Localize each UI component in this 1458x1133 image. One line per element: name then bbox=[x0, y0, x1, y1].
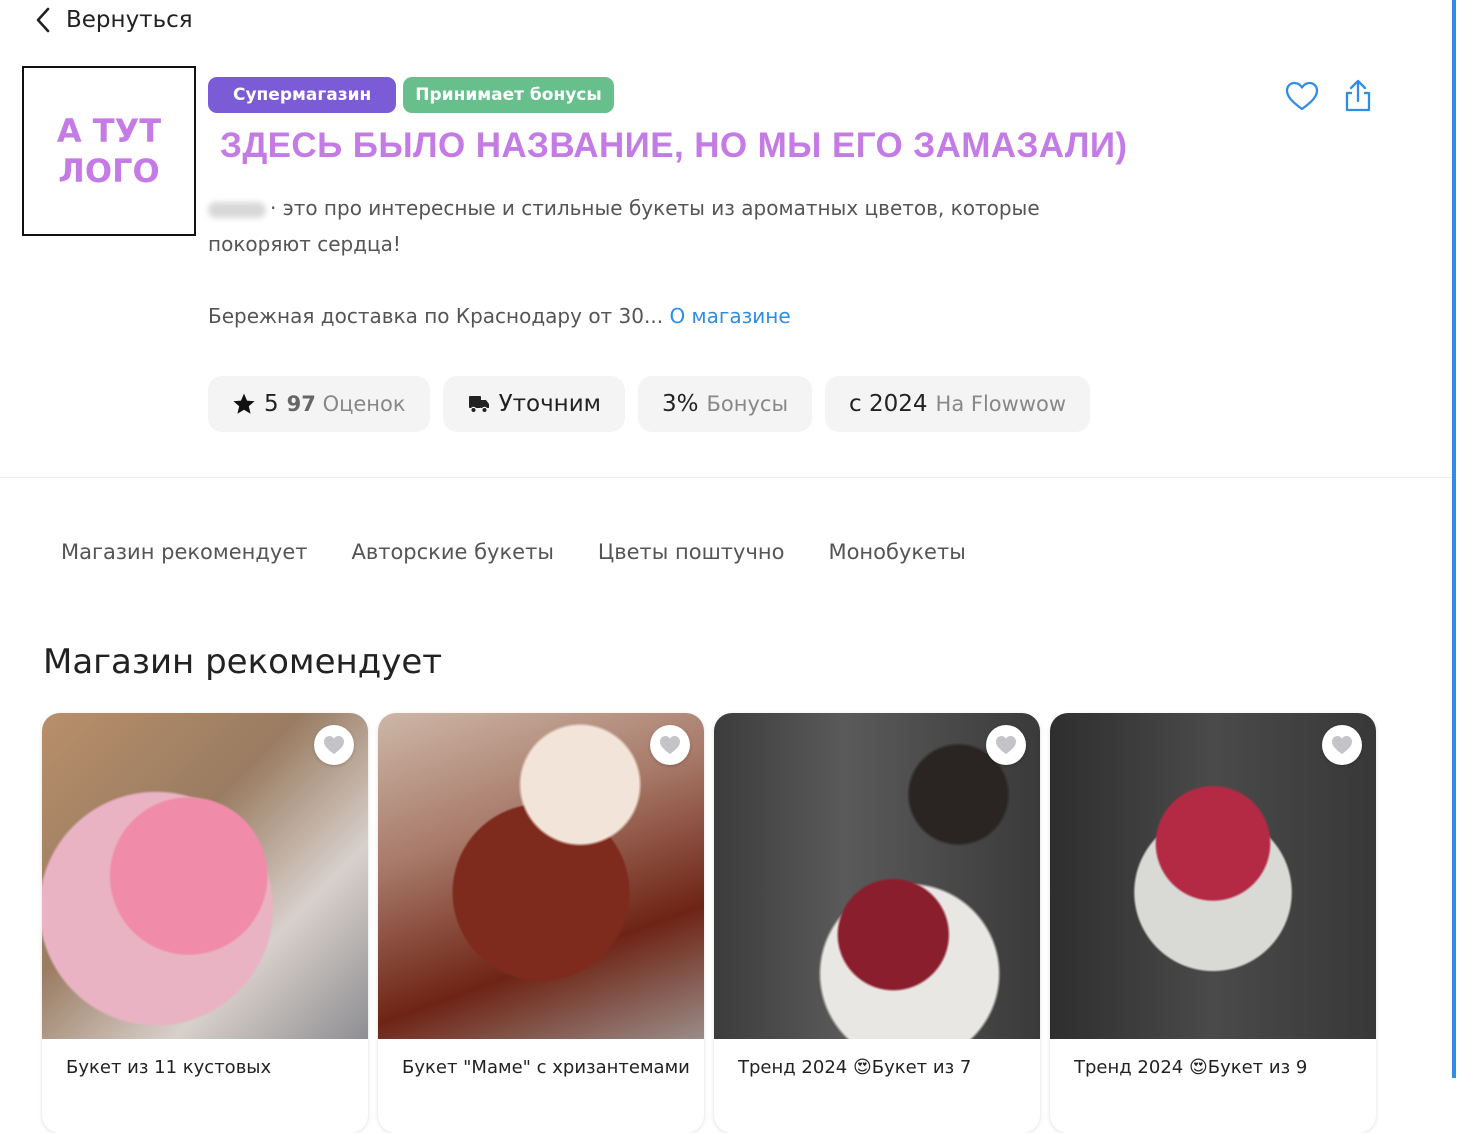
favorite-product-button[interactable] bbox=[986, 725, 1026, 765]
heart-icon bbox=[660, 736, 680, 754]
back-label: Вернуться bbox=[66, 7, 193, 33]
product-title: Тренд 2024 😍Букет из 7 bbox=[738, 1057, 972, 1078]
rating-label: Оценок bbox=[322, 392, 406, 416]
since-value: с 2024 bbox=[849, 391, 928, 417]
since-stat[interactable]: с 2024 На Flowwow bbox=[825, 376, 1091, 432]
back-button[interactable]: Вернуться bbox=[36, 0, 193, 40]
share-icon bbox=[1345, 79, 1371, 112]
delivery-value: Уточним bbox=[498, 391, 601, 417]
favorite-product-button[interactable] bbox=[1322, 725, 1362, 765]
chevron-left-icon bbox=[36, 7, 50, 33]
product-photo bbox=[378, 713, 704, 1039]
product-title: Букет "Маме" с хризантемами bbox=[402, 1057, 690, 1078]
heart-icon bbox=[1332, 736, 1352, 754]
store-description-text: · это про интересные и стильные букеты и… bbox=[208, 196, 1040, 256]
product-photo bbox=[42, 713, 368, 1039]
store-badges: Супермагазин Принимает бонусы bbox=[208, 77, 614, 113]
product-title: Букет из 11 кустовых bbox=[66, 1057, 272, 1078]
store-delivery-info: Бережная доставка по Краснодару от 30...… bbox=[208, 298, 791, 334]
tab-author-bouquets[interactable]: Авторские букеты bbox=[351, 540, 553, 564]
store-logo: А ТУТ ЛОГО bbox=[22, 66, 196, 236]
product-photo bbox=[1050, 713, 1376, 1039]
store-title: ЗДЕСЬ БЫЛО НАЗВАНИЕ, НО МЫ ЕГО ЗАМАЗАЛИ) bbox=[220, 126, 1128, 165]
favorite-product-button[interactable] bbox=[650, 725, 690, 765]
supermarket-badge: Супермагазин bbox=[208, 77, 397, 113]
bonus-value: 3% bbox=[662, 391, 699, 417]
store-actions bbox=[1284, 76, 1376, 116]
bonus-label: Бонусы bbox=[706, 392, 789, 416]
rating-count: 97 bbox=[286, 392, 316, 416]
since-label: На Flowwow bbox=[935, 392, 1067, 416]
store-description: · это про интересные и стильные букеты и… bbox=[208, 190, 1068, 262]
tab-monobouquets[interactable]: Монобукеты bbox=[828, 540, 965, 564]
rating-stat[interactable]: 5 97 Оценок bbox=[208, 376, 430, 432]
logo-placeholder-text: А ТУТ ЛОГО bbox=[56, 112, 162, 190]
product-card[interactable]: Тренд 2024 😍Букет из 9 bbox=[1050, 713, 1376, 1133]
bonus-stat[interactable]: 3% Бонусы bbox=[638, 376, 813, 432]
accepts-bonuses-badge: Принимает бонусы bbox=[403, 77, 614, 113]
heart-icon bbox=[1285, 81, 1319, 111]
share-store-button[interactable] bbox=[1340, 76, 1376, 116]
blurred-store-name bbox=[208, 201, 266, 218]
product-list: Букет из 11 кустовых Букет "Маме" с хриз… bbox=[42, 713, 1376, 1133]
heart-icon bbox=[324, 736, 344, 754]
heart-icon bbox=[996, 736, 1016, 754]
favorite-store-button[interactable] bbox=[1284, 76, 1320, 116]
tab-store-recommends[interactable]: Магазин рекомендует bbox=[61, 540, 307, 564]
rating-value: 5 bbox=[264, 391, 279, 417]
delivery-stat[interactable]: Уточним bbox=[442, 376, 625, 432]
product-card[interactable]: Букет из 11 кустовых bbox=[42, 713, 368, 1133]
product-card[interactable]: Букет "Маме" с хризантемами bbox=[378, 713, 704, 1133]
page-right-edge bbox=[1452, 0, 1456, 1078]
store-stats: 5 97 Оценок Уточним 3% Бонусы с 2024 На … bbox=[208, 376, 1091, 432]
product-card[interactable]: Тренд 2024 😍Букет из 7 bbox=[714, 713, 1040, 1133]
about-store-link[interactable]: О магазине bbox=[669, 304, 790, 328]
rating-count-label: 97 Оценок bbox=[287, 392, 406, 416]
tab-single-flowers[interactable]: Цветы поштучно bbox=[598, 540, 785, 564]
product-title: Тренд 2024 😍Букет из 9 bbox=[1074, 1057, 1308, 1078]
section-divider bbox=[0, 477, 1452, 478]
delivery-text: Бережная доставка по Краснодару от 30... bbox=[208, 304, 664, 328]
category-tabs: Магазин рекомендует Авторские букеты Цве… bbox=[61, 540, 966, 564]
product-photo bbox=[714, 713, 1040, 1039]
favorite-product-button[interactable] bbox=[314, 725, 354, 765]
delivery-truck-icon bbox=[468, 396, 489, 414]
section-title: Магазин рекомендует bbox=[43, 642, 443, 682]
star-icon bbox=[233, 393, 255, 414]
